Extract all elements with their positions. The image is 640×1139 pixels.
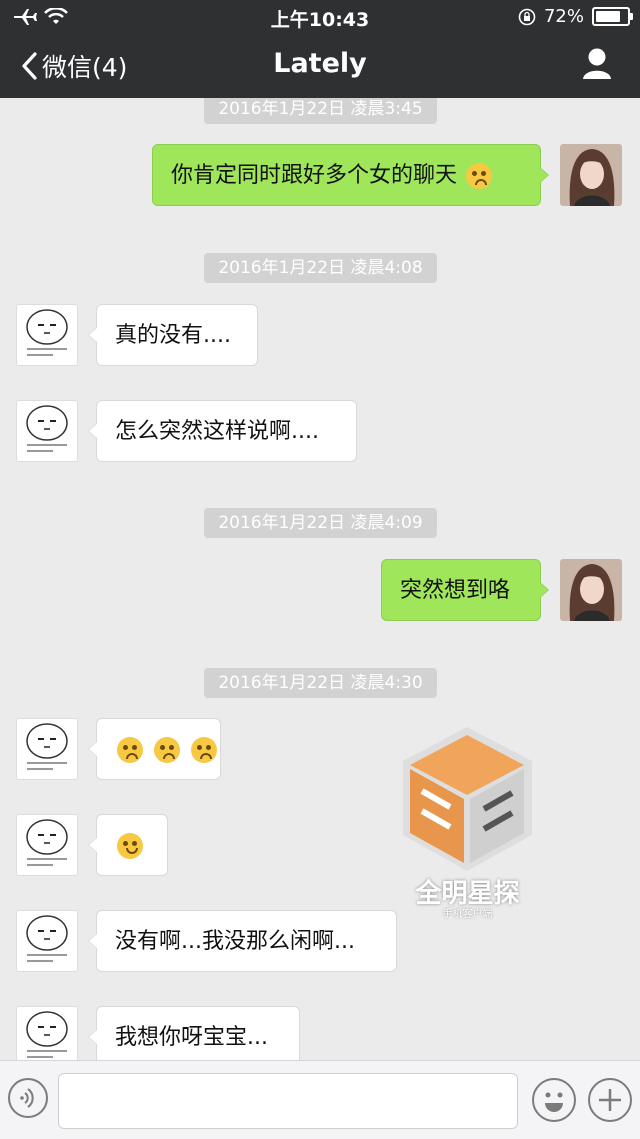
battery-fill [596,11,621,22]
message-text: 真的没有.... [115,323,231,348]
message-text: 没有啊...我没那么闲啊... [115,929,355,954]
shy-face-emoji [466,163,493,189]
timestamp: 2016年1月22日 凌晨4:08 [204,253,437,283]
sad-face-emoji [117,833,143,859]
message-text: 突然想到咯 [400,578,511,603]
avatar-contact[interactable] [16,1006,78,1060]
blush-face-emoji [191,737,217,763]
smiley-icon [545,1092,563,1112]
battery-icon [592,7,633,26]
message-text: 怎么突然这样说啊.... [115,419,319,444]
status-bar: 上午10:43 72% [0,0,640,34]
person-icon [583,48,611,79]
message-text: 我想你呀宝宝... [115,1025,268,1050]
status-right: 72% [518,6,633,27]
timestamp: 2016年1月22日 凌晨4:09 [204,508,437,538]
chat-area[interactable]: 2016年1月22日 凌晨3:45 你肯定同时跟好多个女的聊天 2016年1月2… [0,98,640,1060]
message-text: 你肯定同时跟好多个女的聊天 [171,163,458,188]
message-bubble-incoming[interactable]: 真的没有.... [88,304,258,366]
input-bar [0,1060,640,1139]
avatar-contact[interactable] [16,910,78,972]
message-bubble-outgoing[interactable]: 你肯定同时跟好多个女的聊天 [152,144,549,206]
avatar-contact[interactable] [16,304,78,366]
back-button[interactable]: 微信(4) [20,48,127,84]
avatar-self[interactable] [560,559,622,621]
rotation-lock-icon [518,8,536,25]
voice-button[interactable] [8,1078,48,1118]
message-bubble-incoming[interactable]: 怎么突然这样说啊.... [88,400,357,462]
nav-bar: 微信(4) Lately [0,34,640,98]
timestamp: 2016年1月22日 凌晨4:30 [204,668,437,698]
profile-button[interactable] [580,46,614,82]
more-button[interactable] [588,1078,632,1122]
emoji-button[interactable] [532,1078,576,1122]
message-bubble-incoming[interactable] [88,814,168,876]
message-bubble-incoming[interactable]: 没有啊...我没那么闲啊... [88,910,397,972]
avatar-contact[interactable] [16,814,78,876]
blush-face-emoji [117,737,143,763]
message-bubble-incoming[interactable]: 我想你呀宝宝... [88,1006,300,1060]
battery-percent: 72% [543,6,584,27]
avatar-self[interactable] [560,144,622,206]
chevron-left-icon [22,52,37,80]
voice-icon [20,1088,34,1108]
page-title-text: Lately [273,48,367,79]
timestamp: 2016年1月22日 凌晨3:45 [204,98,437,124]
message-bubble-outgoing[interactable]: 突然想到咯 [381,559,549,621]
blush-face-emoji [154,737,180,763]
avatar-contact[interactable] [16,718,78,780]
message-input[interactable] [58,1073,518,1129]
avatar-contact[interactable] [16,400,78,462]
back-label: 微信(4) [42,53,128,82]
header: 上午10:43 72% 微信(4) Lately [0,0,640,98]
plus-icon [599,1089,621,1111]
message-bubble-incoming[interactable] [88,718,221,780]
